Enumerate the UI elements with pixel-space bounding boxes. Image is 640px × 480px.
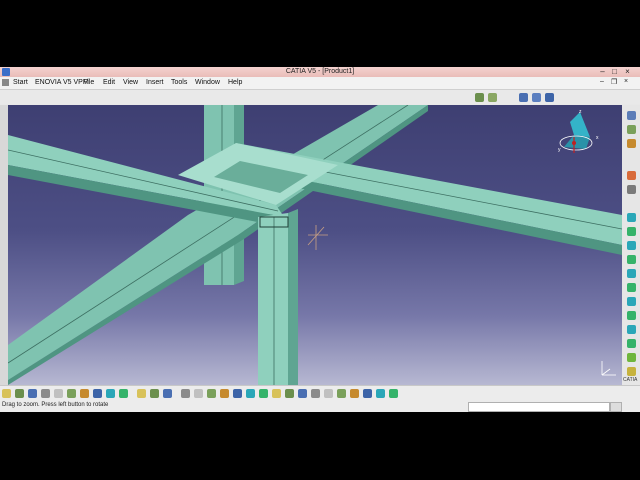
paste-icon[interactable] (80, 389, 89, 398)
fix-icon[interactable] (627, 185, 636, 194)
knowledge-icon[interactable] (150, 389, 159, 398)
document-icon[interactable] (2, 79, 9, 86)
catia-logo: CATIA (623, 377, 638, 383)
iso-view-icon[interactable] (272, 389, 281, 398)
menu-enovia[interactable]: ENOVIA V5 VPM (35, 79, 89, 86)
menu-tools[interactable]: Tools (171, 79, 187, 86)
space-analysis-icon[interactable] (475, 93, 484, 102)
contact-icon[interactable] (627, 227, 636, 236)
existing-component-icon[interactable] (532, 93, 541, 102)
compass-x-label: x (596, 135, 599, 141)
snap-icon[interactable] (627, 297, 636, 306)
mdi-close-button[interactable]: × (624, 78, 628, 85)
formula-icon[interactable] (137, 389, 146, 398)
print-icon[interactable] (41, 389, 50, 398)
offset-icon[interactable] (627, 241, 636, 250)
pan-icon[interactable] (207, 389, 216, 398)
compass-y-label: y (558, 147, 561, 153)
update-icon[interactable] (627, 269, 636, 278)
save-icon[interactable] (28, 389, 37, 398)
redo-icon[interactable] (106, 389, 115, 398)
menu-window[interactable]: Window (195, 79, 220, 86)
rotate-icon[interactable] (220, 389, 229, 398)
analysis-icon[interactable] (363, 389, 372, 398)
hide-show-icon[interactable] (298, 389, 307, 398)
top-toolbar (0, 90, 640, 104)
status-bar: Drag to zoom. Press left button to rotat… (0, 400, 640, 412)
menu-help[interactable]: Help (228, 79, 242, 86)
menu-edit[interactable]: Edit (103, 79, 115, 86)
product-icon[interactable] (627, 111, 636, 120)
status-message: Drag to zoom. Press left button to rotat… (2, 402, 109, 408)
left-strip (0, 105, 8, 385)
material-icon[interactable] (337, 389, 346, 398)
lock-icon[interactable] (389, 389, 398, 398)
explode-icon[interactable] (627, 283, 636, 292)
clash-icon[interactable] (627, 325, 636, 334)
normal-view-icon[interactable] (259, 389, 268, 398)
measure-icon[interactable] (350, 389, 359, 398)
fly-icon[interactable] (194, 389, 203, 398)
close-button[interactable]: × (623, 67, 632, 76)
bottom-toolbar (0, 385, 640, 400)
mdi-restore-button[interactable]: ❐ (611, 78, 617, 86)
section-icon[interactable] (627, 339, 636, 348)
catalog-icon[interactable] (163, 389, 172, 398)
cut-icon[interactable] (54, 389, 63, 398)
render-icon[interactable] (324, 389, 333, 398)
zoom-in-icon[interactable] (233, 389, 242, 398)
window-title: CATIA V5 - [Product1] (285, 68, 355, 75)
angle-icon[interactable] (627, 255, 636, 264)
axis-triad-icon (601, 361, 616, 376)
menu-file[interactable]: File (83, 79, 94, 86)
copy-icon[interactable] (67, 389, 76, 398)
axis-marker (307, 225, 328, 250)
catia-window: CATIA V5 - [Product1] – □ × Start ENOVIA… (0, 67, 640, 412)
mdi-minimize-button[interactable]: – (600, 78, 604, 85)
front-column-side (288, 209, 298, 385)
undo-icon[interactable] (93, 389, 102, 398)
menu-bar: Start ENOVIA V5 VPM File Edit View Inser… (0, 77, 640, 90)
zoom-out-icon[interactable] (246, 389, 255, 398)
clash-detection-icon[interactable] (488, 93, 497, 102)
menu-insert[interactable]: Insert (146, 79, 164, 86)
menu-start[interactable]: Start (13, 79, 28, 86)
distance-icon[interactable] (627, 353, 636, 362)
component-icon[interactable] (627, 139, 636, 148)
title-bar[interactable]: CATIA V5 - [Product1] – □ × (0, 67, 640, 77)
shading-icon[interactable] (285, 389, 294, 398)
manipulate-icon[interactable] (627, 311, 636, 320)
menu-view[interactable]: View (123, 79, 138, 86)
open-icon[interactable] (15, 389, 24, 398)
command-input[interactable] (468, 402, 610, 412)
sketch-icon[interactable] (181, 389, 190, 398)
front-column (258, 213, 288, 385)
constraint-icon[interactable] (627, 171, 636, 180)
compass-icon[interactable] (376, 389, 385, 398)
new-icon[interactable] (2, 389, 11, 398)
whats-this-icon[interactable] (119, 389, 128, 398)
minimize-button[interactable]: – (598, 67, 607, 76)
maximize-button[interactable]: □ (610, 67, 619, 76)
bom-icon[interactable] (627, 367, 636, 376)
coincidence-icon[interactable] (627, 213, 636, 222)
compass-icon[interactable]: x y z (552, 107, 612, 167)
command-button[interactable] (610, 402, 622, 412)
right-toolbar: CATIA (622, 105, 640, 385)
3d-viewport[interactable]: x y z (8, 105, 622, 385)
replace-component-icon[interactable] (545, 93, 554, 102)
part-icon[interactable] (627, 125, 636, 134)
insert-component-icon[interactable] (519, 93, 528, 102)
swap-space-icon[interactable] (311, 389, 320, 398)
beam-assembly-model (8, 105, 622, 385)
compass-z-label: z (579, 109, 582, 115)
